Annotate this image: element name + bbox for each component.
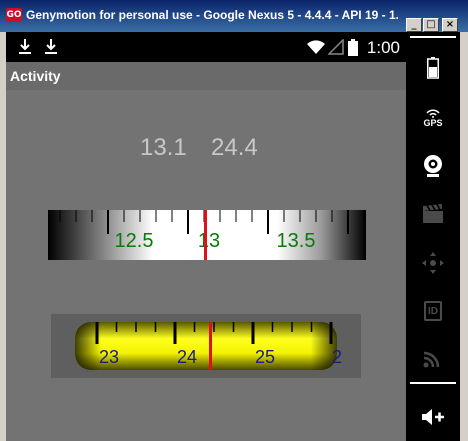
bottom-gauge-label: 23 xyxy=(99,347,119,367)
bottom-gauge-label: 2 xyxy=(332,347,342,367)
gps-label: GPS xyxy=(423,118,443,128)
toolbar-separator xyxy=(410,382,456,384)
download-icon xyxy=(45,39,57,54)
close-button[interactable]: × xyxy=(442,18,458,32)
capture-widget-button[interactable] xyxy=(406,200,460,228)
bottom-gauge-label: 24 xyxy=(177,347,197,367)
action-bar: Activity xyxy=(6,62,406,90)
battery-widget-button[interactable] xyxy=(406,56,460,80)
window-title: Genymotion for personal use - Google Nex… xyxy=(26,8,398,22)
cell-signal-icon xyxy=(328,39,344,55)
gps-widget-button[interactable]: GPS xyxy=(406,104,460,132)
bottom-gauge-label: 25 xyxy=(255,347,275,367)
activity-content: 13.1 24.4 12.5 13 13.5 23 24 25 2 xyxy=(6,90,406,441)
device-id-widget-button[interactable]: ID xyxy=(406,296,460,326)
activity-title: Activity xyxy=(10,68,61,84)
dpad-widget-button[interactable] xyxy=(406,248,460,278)
volume-up-button[interactable] xyxy=(406,404,460,430)
readout-bottom-value: 24.4 xyxy=(211,134,258,161)
clapper-icon xyxy=(423,204,443,223)
webcam-widget-button[interactable] xyxy=(406,152,460,180)
id-icon: ID xyxy=(424,301,442,321)
top-gauge-label: 12.5 xyxy=(115,230,154,252)
maximize-button[interactable]: □ xyxy=(423,18,439,32)
wifi-icon xyxy=(307,40,325,54)
app-logo-icon: GO xyxy=(6,8,22,22)
battery-status-icon xyxy=(348,39,358,56)
webcam-icon xyxy=(424,155,442,177)
top-gauge-label: 13.5 xyxy=(277,230,316,252)
android-status-bar: 1:00 xyxy=(6,32,406,62)
download-icon xyxy=(19,39,31,54)
bottom-gauge-needle xyxy=(209,322,212,370)
window-frame-right xyxy=(460,32,468,441)
readout-top-value: 13.1 xyxy=(140,134,187,161)
bottom-tape-gauge[interactable]: 23 24 25 2 xyxy=(51,314,361,378)
top-gauge-label: 13 xyxy=(198,230,220,252)
status-time: 1:00 xyxy=(366,38,400,57)
top-gauge-needle xyxy=(204,210,207,260)
gps-icon xyxy=(426,109,440,118)
volume-up-icon xyxy=(422,409,444,425)
minimize-button[interactable]: _ xyxy=(406,18,422,32)
dpad-icon xyxy=(422,252,444,274)
top-ruler-gauge[interactable]: 12.5 13 13.5 xyxy=(48,210,366,260)
window-titlebar: GO Genymotion for personal use - Google … xyxy=(0,0,468,32)
cast-widget-button[interactable] xyxy=(406,344,460,372)
toolbar-separator xyxy=(410,36,456,38)
battery-icon xyxy=(427,57,439,79)
genymotion-toolbar: GPS ID xyxy=(406,32,460,441)
id-label: ID xyxy=(428,305,438,317)
cast-icon xyxy=(423,351,440,368)
